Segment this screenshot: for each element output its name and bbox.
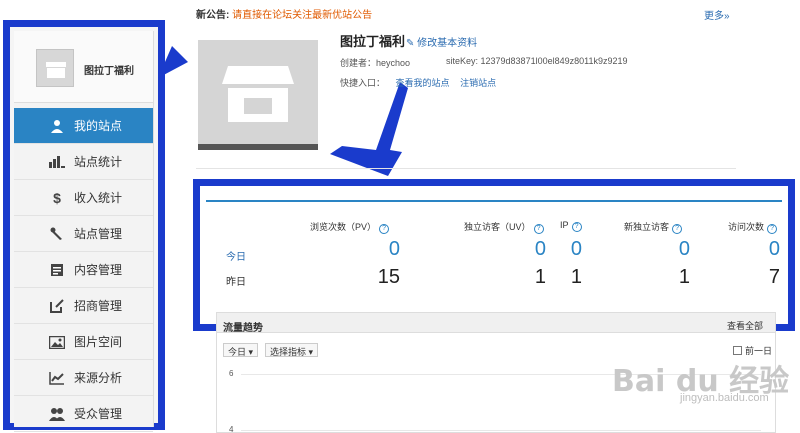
sidebar-item-label: 内容管理 [74, 263, 123, 277]
y-tick: 4 [229, 425, 234, 433]
users-icon [48, 406, 66, 422]
yesterday-pv: 15 [377, 266, 400, 288]
today-ip: 0 [570, 238, 582, 260]
document-icon [48, 262, 66, 278]
annotation-arrow-right [330, 82, 408, 176]
site-name: 图拉丁福利 [84, 66, 134, 77]
sidebar-item-audience-manage[interactable]: 受众管理 [14, 396, 153, 432]
today-uv: 0 [534, 238, 546, 260]
sidebar-item-source-analysis[interactable]: 来源分析 [14, 360, 153, 396]
col-header-pv: 浏览次数（PV）? [310, 220, 390, 234]
user-icon [48, 118, 66, 134]
col-header-visits: 访问次数? [728, 220, 778, 234]
sidebar-item-content-manage[interactable]: 内容管理 [14, 252, 153, 288]
wrench-icon [48, 226, 66, 242]
sidebar-item-label: 收入统计 [74, 191, 123, 205]
sidebar-item-label: 招商管理 [74, 299, 123, 313]
cancel-site-link[interactable]: 注销站点 [460, 78, 496, 88]
sidebar-item-label: 站点管理 [74, 227, 123, 241]
sitekey-info: siteKey: 12379d83871l00el849z8011k9z9219 [446, 56, 628, 66]
trend-header: 流量趋势 查看全部 [217, 313, 775, 334]
sidebar-item-label: 受众管理 [74, 407, 123, 421]
site-card: 图拉丁福利 [14, 31, 153, 103]
metric-select[interactable]: 选择指标 ▾ [265, 343, 319, 357]
yesterday-uv: 1 [534, 266, 546, 288]
edit-profile-label: 修改基本资料 [417, 38, 478, 49]
notice-message[interactable]: 请直接在论坛关注最新优站公告 [232, 10, 372, 21]
row-label-today[interactable]: 今日 [226, 248, 246, 263]
more-link[interactable]: 更多» [704, 7, 730, 22]
dollar-icon: $ [53, 190, 61, 206]
sidebar-item-site-manage[interactable]: 站点管理 [14, 216, 153, 252]
sidebar-item-my-site[interactable]: 我的站点 [14, 108, 153, 144]
creator-info: 创建者：heychoo [340, 58, 411, 68]
sidebar-item-label: 我的站点 [74, 119, 123, 133]
quick-links: 快捷入口： 查看我的站点 注销站点 [340, 76, 496, 89]
quick-label: 快捷入口： [340, 78, 386, 88]
prev-day-checkbox[interactable] [733, 346, 742, 355]
avatar-bar [198, 144, 318, 150]
profile-site-name: 图拉丁福利 [340, 34, 406, 49]
sidebar-item-label: 来源分析 [74, 371, 123, 385]
store-large-icon [222, 66, 294, 122]
sidebar-item-image-space[interactable]: 图片空间 [14, 324, 153, 360]
help-icon[interactable]: ? [379, 224, 390, 234]
watermark-url: jingyan.baidu.com [680, 392, 769, 404]
sidebar-highlight-box: 图拉丁福利 我的站点 站点统计 $ 收入统计 站点管理 内容管理 招商管理 图片… [3, 20, 165, 432]
sidebar-item-label: 图片空间 [74, 335, 123, 349]
bar-chart-icon [48, 154, 66, 170]
store-icon [46, 62, 66, 78]
site-avatar[interactable] [198, 40, 318, 150]
y-tick: 6 [229, 369, 234, 378]
yesterday-ip: 1 [570, 266, 582, 288]
col-header-uv: 独立访客（UV）? [464, 220, 544, 234]
trend-title: 流量趋势 [223, 323, 263, 334]
divider [196, 168, 736, 169]
yesterday-visits: 7 [768, 266, 780, 288]
today-new-uv: 0 [678, 238, 690, 260]
stats-highlight-box: 浏览次数（PV）? 独立访客（UV）? IP? 新独立访客? 访问次数? 今日 … [193, 179, 795, 331]
sidebar-item-label: 站点统计 [74, 155, 123, 169]
grid-line [241, 430, 761, 431]
help-icon[interactable]: ? [672, 224, 683, 234]
help-icon[interactable]: ? [571, 222, 582, 232]
yesterday-new-uv: 1 [678, 266, 690, 288]
view-all-link[interactable]: 查看全部 [727, 319, 763, 332]
today-visits: 0 [768, 238, 780, 260]
image-icon [48, 334, 66, 350]
row-label-yesterday: 昨日 [226, 277, 246, 288]
sidebar-item-income-stats[interactable]: $ 收入统计 [14, 180, 153, 216]
edit-icon [48, 298, 66, 314]
line-chart-icon [48, 370, 66, 386]
edit-profile-link[interactable]: ✎ 修改基本资料 [406, 34, 477, 49]
today-pv: 0 [388, 238, 400, 260]
sidebar-nav: 我的站点 站点统计 $ 收入统计 站点管理 内容管理 招商管理 图片空间 来源分… [14, 108, 153, 432]
view-my-site-link[interactable]: 查看我的站点 [396, 78, 450, 88]
date-select[interactable]: 今日 ▾ [223, 343, 259, 357]
site-thumbnail[interactable] [36, 49, 74, 87]
stats-underline [206, 200, 782, 202]
sidebar-item-site-stats[interactable]: 站点统计 [14, 144, 153, 180]
help-icon[interactable]: ? [767, 224, 778, 234]
sidebar: 图拉丁福利 我的站点 站点统计 $ 收入统计 站点管理 内容管理 招商管理 图片… [14, 31, 154, 432]
col-header-new-uv: 新独立访客? [624, 220, 683, 234]
col-header-ip: IP? [560, 220, 582, 232]
help-icon[interactable]: ? [533, 224, 544, 234]
pencil-icon: ✎ [406, 38, 415, 49]
sidebar-item-merchant-manage[interactable]: 招商管理 [14, 288, 153, 324]
